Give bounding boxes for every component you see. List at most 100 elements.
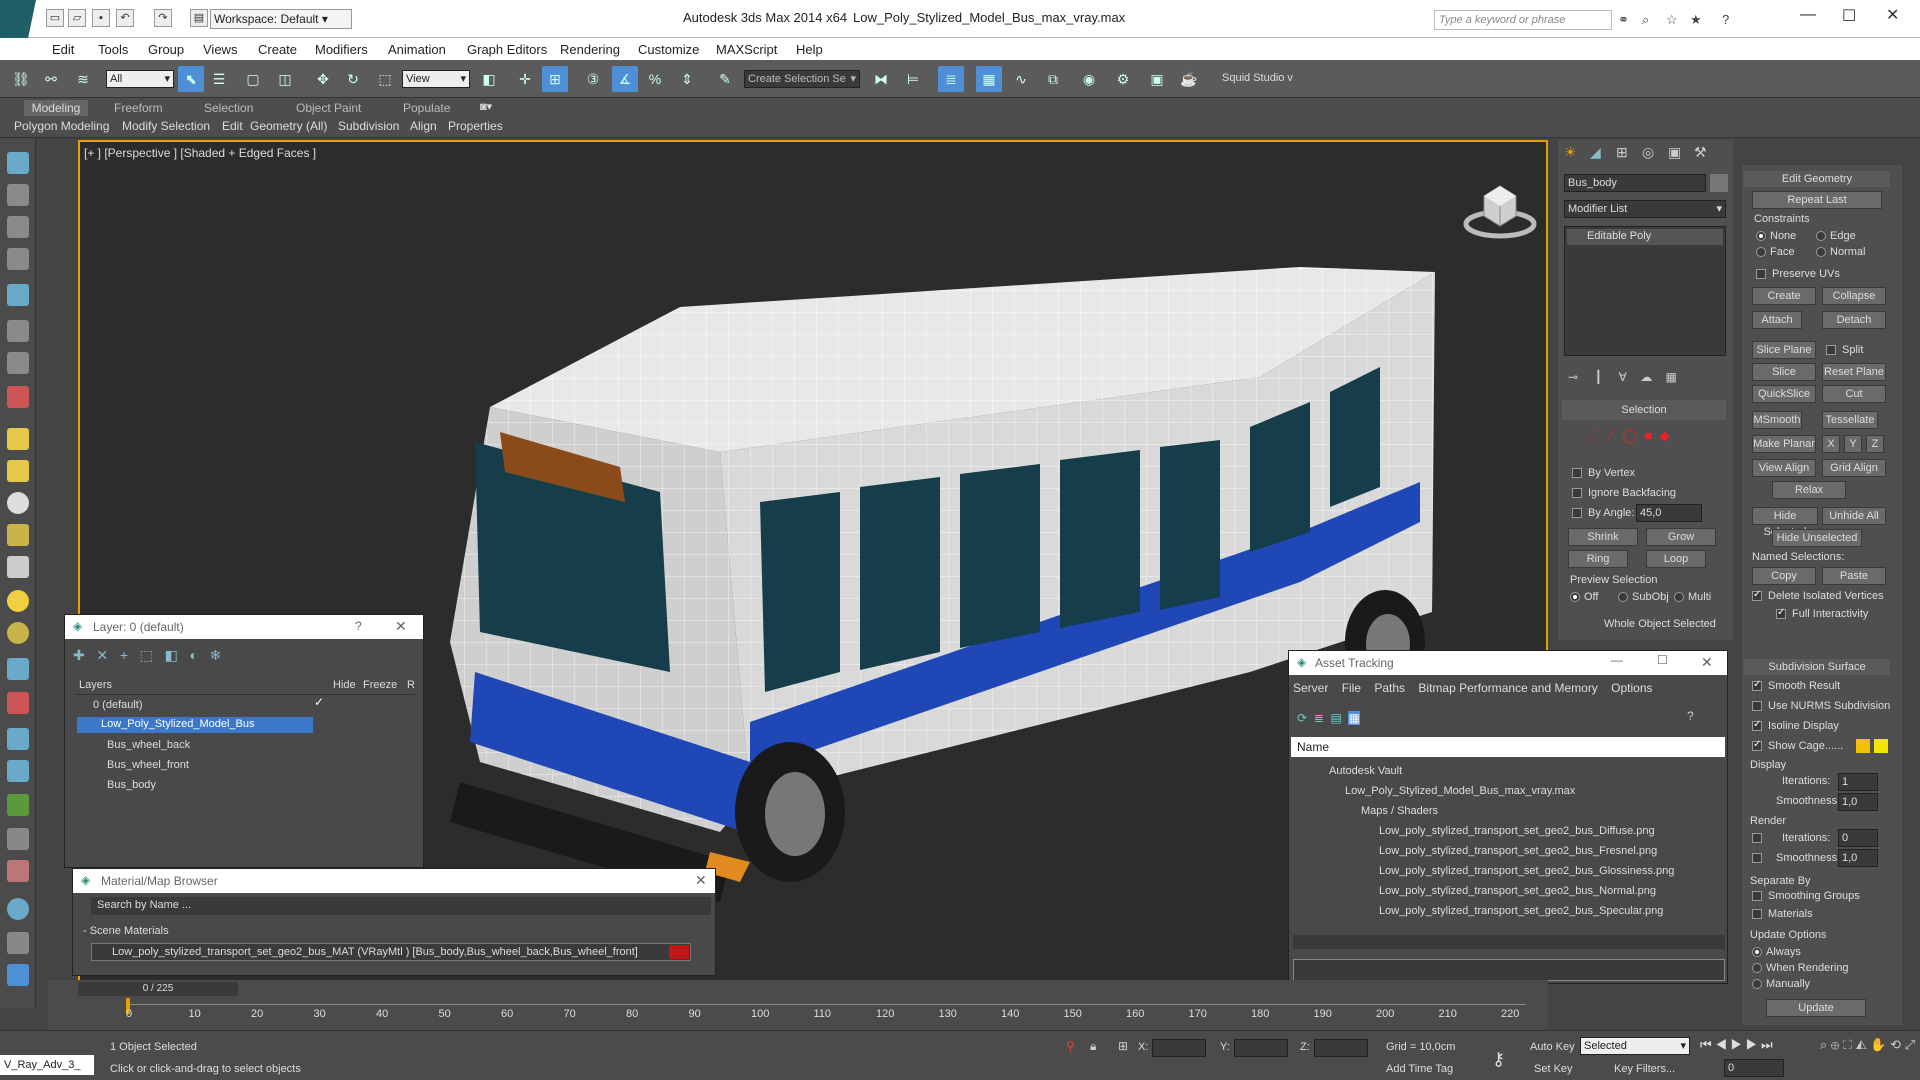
next-frame-icon[interactable]: ▶ xyxy=(1746,1037,1758,1052)
paste-button[interactable]: Paste xyxy=(1822,567,1886,585)
tool-icon-15[interactable] xyxy=(7,622,29,644)
repeat-last-button[interactable]: Repeat Last xyxy=(1752,191,1882,209)
search-input[interactable]: Type a keyword or phrase xyxy=(1434,10,1612,30)
undo-icon[interactable]: ↶ xyxy=(116,9,134,27)
schematic-view-icon[interactable]: ⧉ xyxy=(1040,66,1066,92)
tab-modeling[interactable]: Modeling xyxy=(24,100,88,116)
menu-animation[interactable]: Animation xyxy=(388,42,446,57)
current-frame-field[interactable]: 0 xyxy=(1724,1059,1784,1077)
shrink-button[interactable]: Shrink xyxy=(1568,528,1638,546)
preview-subobj-radio[interactable] xyxy=(1618,592,1628,602)
asset-menu-paths[interactable]: Paths xyxy=(1374,681,1405,695)
by-vertex-checkbox[interactable] xyxy=(1572,468,1582,478)
msmooth-button[interactable]: MSmooth xyxy=(1752,411,1802,429)
search-icon[interactable]: ⌕ xyxy=(1642,12,1649,28)
tool-icon-4[interactable] xyxy=(7,248,29,270)
orbit-icon[interactable]: ⟲ xyxy=(1890,1037,1901,1052)
stack-item-editable-poly[interactable]: Editable Poly xyxy=(1567,229,1723,245)
bind-spacewarp-icon[interactable]: ≋ xyxy=(70,66,96,92)
preserve-uvs-checkbox[interactable] xyxy=(1756,269,1766,279)
edit-named-selection-icon[interactable]: ✎ xyxy=(712,66,738,92)
update-rendering-radio[interactable] xyxy=(1752,963,1762,973)
hide-selected-button[interactable]: Hide Selected xyxy=(1752,507,1818,538)
subdivision-title[interactable]: Subdivision Surface xyxy=(1744,659,1890,675)
pin-stack-icon[interactable]: ⊸ xyxy=(1568,370,1578,384)
freeze-all-icon[interactable]: ❄ xyxy=(210,647,222,663)
subtab-align[interactable]: Align xyxy=(410,119,437,133)
object-color-swatch[interactable] xyxy=(1710,174,1728,192)
zoom-extents-icon[interactable]: ⛶ xyxy=(1843,1037,1852,1052)
layer-manager-icon[interactable]: ≣ xyxy=(938,66,964,92)
select-manipulate-icon[interactable]: ✛ xyxy=(512,66,538,92)
by-angle-checkbox[interactable] xyxy=(1572,508,1582,518)
asset-row[interactable]: Low_poly_stylized_transport_set_geo2_bus… xyxy=(1379,885,1656,897)
object-name-field[interactable]: Bus_body xyxy=(1564,174,1706,192)
open-file-icon[interactable]: ▱ xyxy=(68,9,86,27)
fov-icon[interactable]: ◭ xyxy=(1856,1037,1867,1052)
selection-filter-dropdown[interactable]: All ▾ xyxy=(106,70,174,88)
render-smoothness-checkbox[interactable] xyxy=(1752,853,1762,863)
sphere-icon[interactable] xyxy=(7,492,29,514)
detach-button[interactable]: Detach xyxy=(1822,311,1886,329)
add-time-tag[interactable]: Add Time Tag xyxy=(1386,1063,1453,1075)
preview-off-radio[interactable] xyxy=(1570,592,1580,602)
cone-icon[interactable] xyxy=(7,556,29,578)
use-nurms-checkbox[interactable] xyxy=(1752,701,1762,711)
tool-icon-17[interactable] xyxy=(7,692,29,714)
subtab-properties[interactable]: Properties xyxy=(448,119,503,133)
element-mode-icon[interactable]: ◆ xyxy=(1659,428,1669,443)
pivot-center-icon[interactable]: ◧ xyxy=(476,66,502,92)
make-unique-icon[interactable]: ∀ xyxy=(1619,370,1627,384)
col-freeze[interactable]: Freeze xyxy=(363,679,397,691)
show-end-result-icon[interactable]: ┃ xyxy=(1595,370,1602,384)
collapse-button[interactable]: Collapse xyxy=(1822,287,1886,305)
subtab-polygon-modeling[interactable]: Polygon Modeling xyxy=(14,119,109,133)
material-editor-icon[interactable]: ◉ xyxy=(1076,66,1102,92)
angle-snap-icon[interactable]: ∡ xyxy=(612,66,638,92)
scene-materials-section[interactable]: - Scene Materials xyxy=(83,925,169,937)
percent-snap-icon[interactable]: % xyxy=(642,66,668,92)
show-cage-checkbox[interactable] xyxy=(1752,739,1762,751)
mirror-icon[interactable]: ⧓ xyxy=(868,66,894,92)
menu-customize[interactable]: Customize xyxy=(638,42,699,57)
constraint-normal-radio[interactable] xyxy=(1816,247,1826,257)
full-interactivity-checkbox[interactable] xyxy=(1776,607,1786,619)
minimize-icon[interactable]: — xyxy=(1611,653,1623,667)
menu-help[interactable]: Help xyxy=(796,42,823,57)
isoline-checkbox[interactable] xyxy=(1752,719,1762,731)
constraint-none-radio[interactable] xyxy=(1756,231,1766,241)
ribbon-toggle-icon[interactable]: ▦ xyxy=(976,66,1002,92)
add-to-layer-icon[interactable]: + xyxy=(120,647,128,663)
smooth-result-checkbox[interactable] xyxy=(1752,679,1762,691)
asset-row[interactable]: Low_Poly_Stylized_Model_Bus_max_vray.max xyxy=(1345,785,1575,797)
rect-selection-icon[interactable]: ▢ xyxy=(240,66,266,92)
vertex-mode-icon[interactable]: ⋰ xyxy=(1586,428,1599,443)
menu-graph-editors[interactable]: Graph Editors xyxy=(467,42,547,57)
asset-menu-file[interactable]: File xyxy=(1342,681,1361,695)
reset-plane-button[interactable]: Reset Plane xyxy=(1822,363,1886,381)
layer-row[interactable]: Bus_wheel_front xyxy=(107,759,189,771)
delete-isolated-checkbox[interactable] xyxy=(1752,589,1762,601)
previous-frame-icon[interactable]: ◀ xyxy=(1715,1037,1727,1052)
slice-plane-button[interactable]: Slice Plane xyxy=(1752,341,1816,359)
selection-rollout-title[interactable]: Selection xyxy=(1562,400,1726,420)
layer-row[interactable]: Bus_body xyxy=(107,779,156,791)
tool-icon-25[interactable] xyxy=(7,964,29,986)
foliage-icon[interactable] xyxy=(7,794,29,816)
layer-row-selected[interactable]: Low_Poly_Stylized_Model_Bus xyxy=(77,717,313,733)
zoom-icon[interactable]: ⌕ xyxy=(1820,1037,1827,1052)
asset-row[interactable]: Low_poly_stylized_transport_set_geo2_bus… xyxy=(1379,845,1657,857)
close-button[interactable]: ✕ xyxy=(1886,5,1899,25)
remove-modifier-icon[interactable]: ☁ xyxy=(1640,370,1652,384)
scale-icon[interactable]: ⬚ xyxy=(372,66,398,92)
ring-button[interactable]: Ring xyxy=(1568,550,1628,568)
modifier-list-dropdown[interactable]: Modifier List ▾ xyxy=(1564,200,1726,218)
tab-selection[interactable]: Selection xyxy=(204,101,253,115)
cage-color-swatch-2[interactable] xyxy=(1874,739,1888,753)
maxscript-listener[interactable]: V_Ray_Adv_3_ xyxy=(0,1055,94,1075)
help-icon[interactable]: ? xyxy=(355,619,362,633)
polygon-mode-icon[interactable]: ■ xyxy=(1644,428,1652,443)
render-setup-icon[interactable]: ⚙ xyxy=(1110,66,1136,92)
link-icon[interactable]: ⛓ xyxy=(8,66,34,92)
cut-button[interactable]: Cut xyxy=(1822,385,1886,403)
